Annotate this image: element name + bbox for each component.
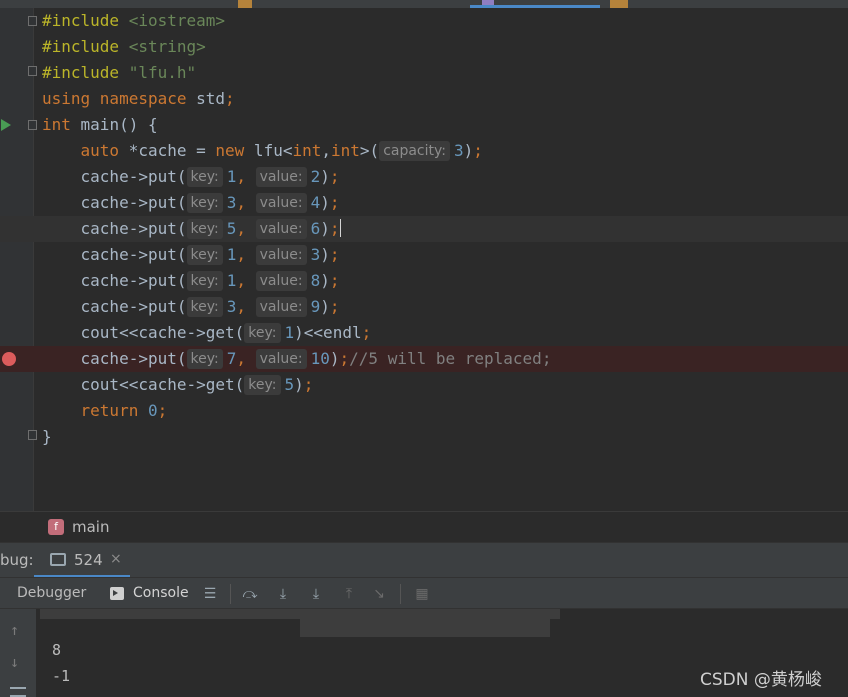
evaluate-icon[interactable]: ▦ (414, 586, 430, 602)
param-hint: value: (255, 349, 307, 369)
param-hint: value: (255, 297, 307, 317)
run-icon[interactable] (1, 119, 11, 131)
window-icon (50, 553, 66, 566)
menu-icon[interactable] (10, 687, 26, 697)
param-hint: key: (186, 193, 223, 213)
step-into-icon[interactable]: ⤓ (275, 586, 291, 602)
fold-marker-icon[interactable] (28, 430, 37, 440)
param-hint: capacity: (379, 141, 450, 161)
editor-tab-strip (0, 0, 848, 8)
param-hint: key: (186, 349, 223, 369)
code-line-10[interactable]: cache->put(key: 1, value: 3); (0, 242, 848, 268)
tab-debugger[interactable]: Debugger (17, 585, 86, 601)
param-hint: key: (186, 271, 223, 291)
breadcrumb: f main (0, 511, 848, 542)
code-line-1[interactable]: #include <iostream> (0, 8, 848, 34)
debug-session-label: 524 (74, 551, 103, 569)
fold-marker-icon[interactable] (28, 16, 37, 26)
debug-session-tab[interactable]: 524 × (34, 543, 130, 578)
console-sidebar: ↑ ↓ (0, 609, 36, 697)
breakpoint-icon[interactable] (2, 352, 16, 366)
breadcrumb-item-main[interactable]: main (72, 518, 109, 536)
param-hint: key: (186, 297, 223, 317)
run-to-cursor-icon[interactable]: ↘ (371, 586, 387, 602)
code-line-8[interactable]: cache->put(key: 3, value: 4); (0, 190, 848, 216)
code-line-16[interactable]: return 0; (0, 398, 848, 424)
code-line-9-current[interactable]: cache->put(key: 5, value: 6); (0, 216, 848, 242)
file-icon (482, 0, 494, 5)
code-line-6[interactable]: auto *cache = new lfu<int,int>(capacity:… (0, 138, 848, 164)
param-hint: value: (255, 193, 307, 213)
arrow-down-icon[interactable]: ↓ (10, 653, 19, 671)
toolbar-divider (230, 584, 231, 604)
param-hint: key: (186, 219, 223, 239)
param-hint: value: (255, 271, 307, 291)
code-line-15[interactable]: cout<<cache->get(key: 5); (0, 372, 848, 398)
menu-icon[interactable]: ☰ (202, 586, 218, 602)
code-line-7[interactable]: cache->put(key: 1, value: 2); (0, 164, 848, 190)
watermark: CSDN @黄杨峻 (700, 670, 822, 690)
editor-tab-active[interactable] (470, 0, 600, 8)
code-line-5[interactable]: int main() { (0, 112, 848, 138)
code-line-2[interactable]: #include <string> (0, 34, 848, 60)
fold-marker-icon[interactable] (28, 66, 37, 76)
param-hint: key: (244, 323, 281, 343)
text-caret (339, 219, 341, 237)
step-out-icon[interactable]: ⤒ (341, 586, 357, 602)
code-line-17[interactable]: } (0, 424, 848, 450)
code-line-13[interactable]: cout<<cache->get(key: 1)<<endl; (0, 320, 848, 346)
console-line: -1 (52, 667, 71, 685)
debug-title: bug: (0, 551, 34, 569)
code-line-11[interactable]: cache->put(key: 1, value: 8); (0, 268, 848, 294)
tab-console[interactable]: Console (133, 585, 189, 601)
console-icon (110, 587, 124, 600)
force-step-into-icon[interactable]: ⤓ (308, 586, 324, 602)
param-hint: value: (255, 167, 307, 187)
fold-marker-icon[interactable] (28, 120, 37, 130)
code-editor[interactable]: #include <iostream> #include <string> #i… (0, 8, 848, 511)
function-icon: f (48, 519, 64, 535)
param-hint: value: (255, 245, 307, 265)
console-line: 8 (52, 641, 62, 659)
debug-subtabs: Debugger Console ☰ ⤼ ⤓ ⤓ ⤒ ↘ ▦ (0, 577, 848, 609)
code-line-3[interactable]: #include "lfu.h" (0, 60, 848, 86)
step-over-icon[interactable]: ⤼ (242, 586, 258, 602)
code-line-14-breakpoint[interactable]: cache->put(key: 7, value: 10);//5 will be … (0, 346, 848, 372)
editor-tab-icon[interactable] (610, 0, 628, 8)
param-hint: key: (186, 245, 223, 265)
redacted-text (40, 609, 560, 619)
close-icon[interactable]: × (110, 551, 122, 567)
redacted-text (300, 619, 550, 637)
debug-toolwindow-header: bug: 524 × (0, 542, 848, 578)
code-line-4[interactable]: using namespace std; (0, 86, 848, 112)
arrow-up-icon[interactable]: ↑ (10, 621, 19, 639)
param-hint: value: (255, 219, 307, 239)
toolbar-divider (400, 584, 401, 604)
param-hint: key: (244, 375, 281, 395)
code-line-12[interactable]: cache->put(key: 3, value: 9); (0, 294, 848, 320)
param-hint: key: (186, 167, 223, 187)
editor-tab-icon[interactable] (238, 0, 252, 8)
